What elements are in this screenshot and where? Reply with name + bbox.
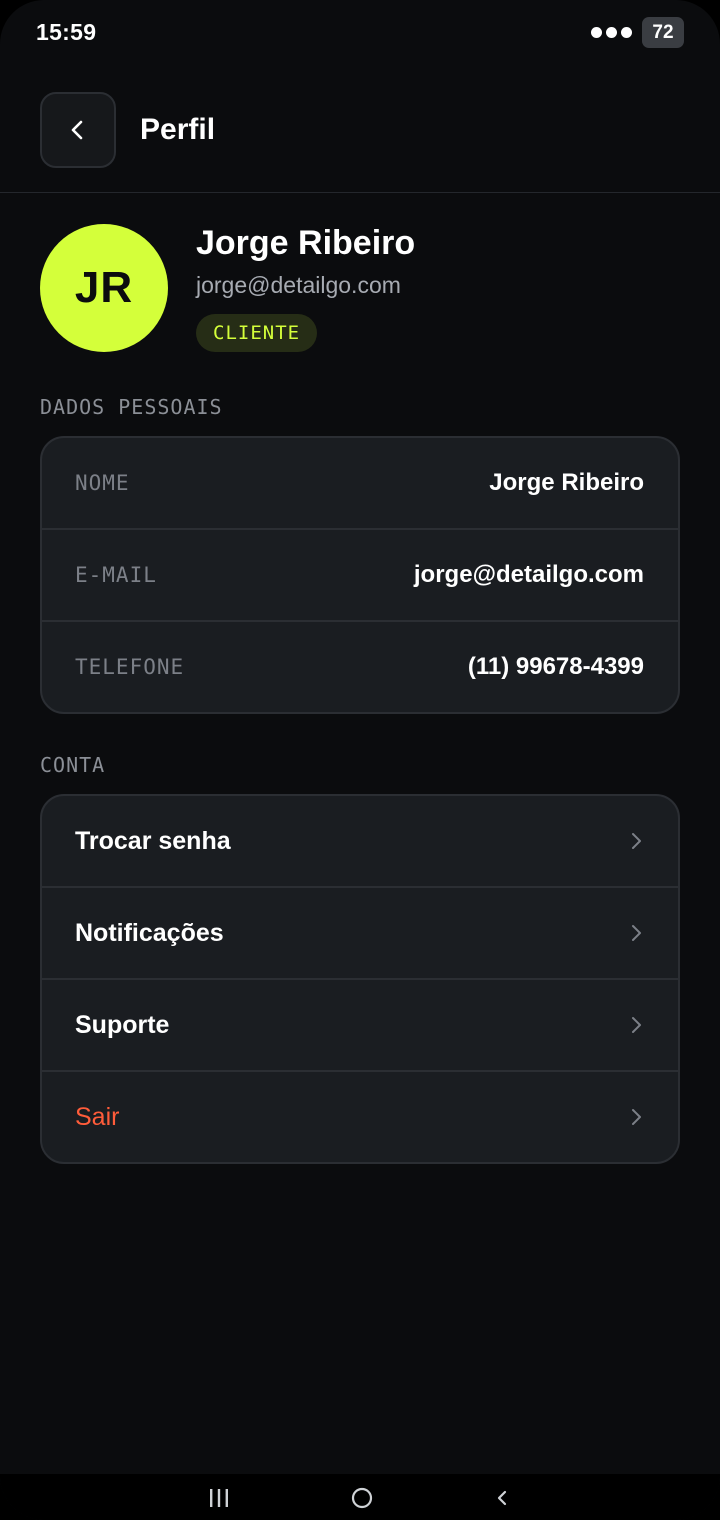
menu-item-notifications[interactable]: Notificações [42,888,678,980]
profile-email: jorge@detailgo.com [196,272,401,298]
account-menu-card: Trocar senha Notificações Suporte Sair [40,794,680,1164]
page-header: Perfil [0,66,720,193]
field-row-phone: TELEFONE (11) 99678-4399 [42,622,678,712]
home-icon[interactable] [350,1486,374,1510]
menu-item-support[interactable]: Suporte [42,980,678,1072]
field-value: jorge@detailgo.com [413,561,644,588]
back-button[interactable] [40,92,116,168]
menu-item-logout[interactable]: Sair [42,1072,678,1162]
role-badge-label: CLIENTE [213,322,301,344]
menu-item-change-password[interactable]: Trocar senha [42,796,678,888]
avatar-initials: JR [74,263,134,312]
field-value: (11) 99678-4399 [467,653,644,680]
chevron-right-icon [630,1014,644,1036]
role-badge: CLIENTE [196,314,318,352]
battery-level: 72 [652,21,674,43]
personal-data-card: NOME Jorge Ribeiro E-MAIL jorge@detailgo… [40,436,680,714]
menu-item-label: Suporte [75,1010,170,1039]
menu-item-label: Notificações [75,918,224,947]
status-bar: 15:59 72 [0,0,720,66]
field-row-email: E-MAIL jorge@detailgo.com [42,530,678,622]
chevron-right-icon [630,1106,644,1128]
recent-apps-icon[interactable] [207,1486,231,1510]
menu-item-label: Sair [75,1102,120,1131]
page-title: Perfil [140,113,216,146]
chevron-left-icon [71,120,83,140]
back-icon[interactable] [490,1486,514,1510]
section-label-account: CONTA [40,753,106,777]
phone-screen: 15:59 72 Perfil JR Jorge Ribeiro jorge@d… [0,0,720,1520]
field-label: NOME [75,471,130,495]
field-value: Jorge Ribeiro [489,469,644,496]
menu-item-label: Trocar senha [75,826,231,855]
avatar: JR [40,224,168,352]
system-nav-bar [0,1474,720,1520]
chevron-right-icon [630,922,644,944]
status-indicators: 72 [591,17,684,48]
status-time: 15:59 [36,19,97,45]
section-label-personal: DADOS PESSOAIS [40,395,223,419]
field-row-name: NOME Jorge Ribeiro [42,438,678,530]
chevron-right-icon [630,830,644,852]
signal-icon [591,27,632,38]
field-label: E-MAIL [75,563,157,587]
battery-icon: 72 [642,17,684,48]
field-label: TELEFONE [75,655,185,679]
profile-name: Jorge Ribeiro [196,224,416,262]
